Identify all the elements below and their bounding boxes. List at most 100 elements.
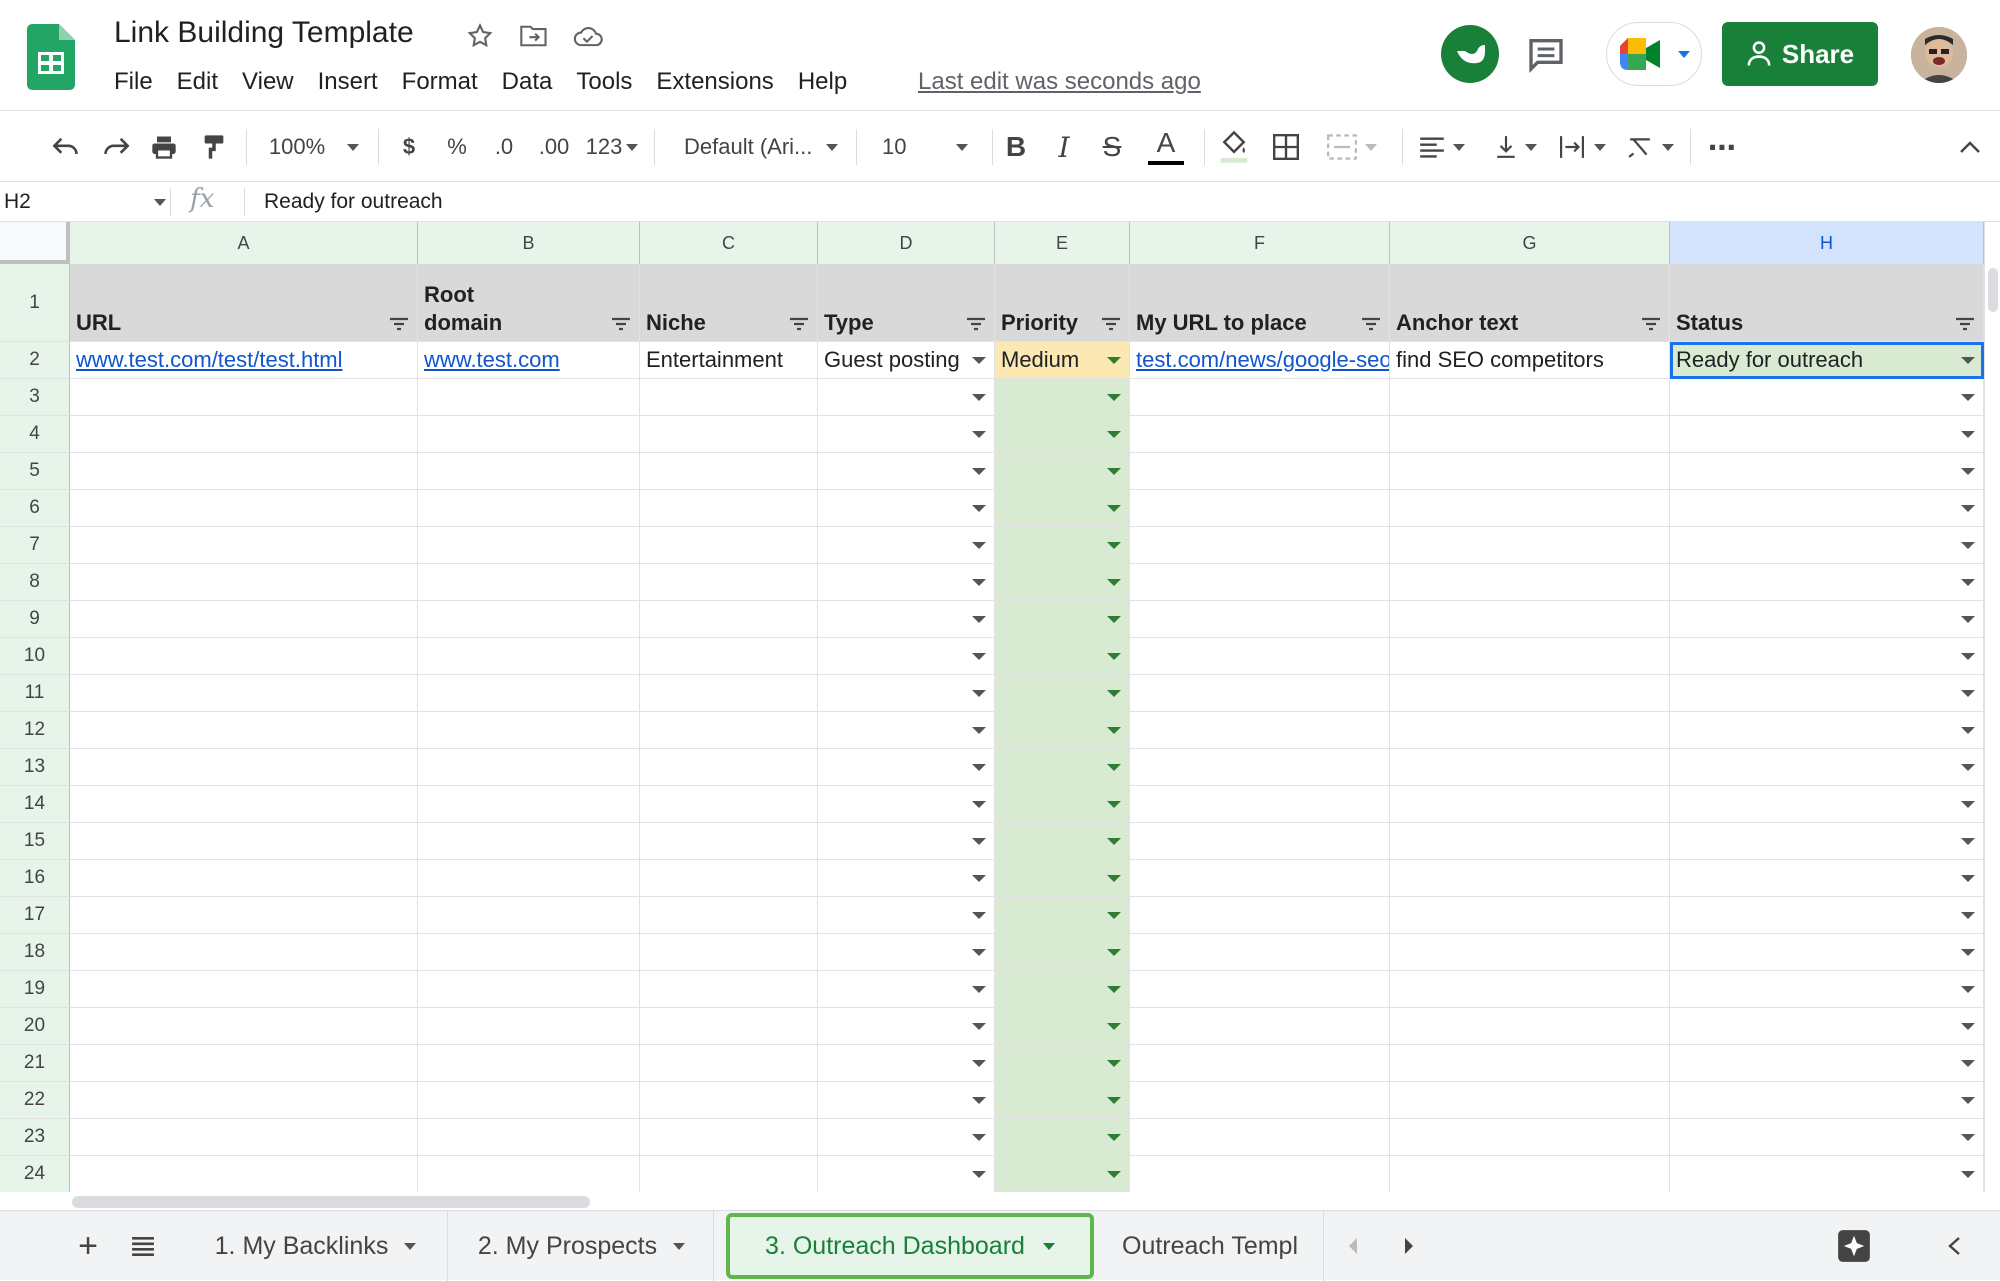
table-cell[interactable] [995,1045,1130,1082]
table-cell[interactable] [70,712,418,749]
table-cell[interactable] [995,416,1130,453]
table-cell[interactable] [818,786,995,823]
explore-icon[interactable] [1830,1211,1878,1281]
dropdown-arrow-icon[interactable] [1961,727,1975,734]
table-cell[interactable] [818,1082,995,1119]
dropdown-arrow-icon[interactable] [1107,986,1121,993]
row-header[interactable]: 23 [0,1119,70,1156]
table-cell[interactable] [1670,1008,1984,1045]
dropdown-arrow-icon[interactable] [1961,801,1975,808]
table-cell[interactable] [1670,453,1984,490]
table-cell[interactable] [1670,1156,1984,1192]
dropdown-arrow-icon[interactable] [1961,875,1975,882]
table-cell[interactable] [1390,527,1670,564]
dropdown-arrow-icon[interactable] [972,949,986,956]
table-cell[interactable] [640,786,818,823]
menu-data[interactable]: Data [490,64,565,100]
avatar[interactable] [1911,27,1967,83]
table-cell[interactable] [418,823,640,860]
font-select[interactable]: Default (Ari... [668,111,844,183]
row-header[interactable]: 24 [0,1156,70,1192]
more-options-icon[interactable]: ⋯ [1702,111,1742,183]
table-cell[interactable] [640,490,818,527]
filter-icon[interactable] [611,317,631,331]
table-cell[interactable] [640,638,818,675]
dropdown-arrow-icon[interactable] [972,875,986,882]
text-rotation-icon[interactable] [1622,111,1678,183]
table-cell[interactable] [1130,1045,1390,1082]
table-cell[interactable] [640,749,818,786]
table-cell[interactable] [818,675,995,712]
table-cell[interactable] [1130,749,1390,786]
row-header[interactable]: 15 [0,823,70,860]
table-cell[interactable] [640,601,818,638]
table-cell[interactable] [995,712,1130,749]
table-cell[interactable] [418,749,640,786]
table-cell[interactable] [1670,601,1984,638]
dropdown-arrow-icon[interactable] [972,542,986,549]
row-header[interactable]: 14 [0,786,70,823]
table-cell[interactable] [640,934,818,971]
dropdown-arrow-icon[interactable] [1107,875,1121,882]
table-cell[interactable] [1390,786,1670,823]
table-cell[interactable] [1670,823,1984,860]
menu-file[interactable]: File [102,64,165,100]
header-cell-my-url[interactable]: My URL to place [1130,264,1390,342]
table-cell[interactable] [995,823,1130,860]
cell-url[interactable]: www.test.com/test/test.html [70,342,418,379]
row-header[interactable]: 22 [0,1082,70,1119]
table-cell[interactable] [70,934,418,971]
dropdown-arrow-icon[interactable] [1107,1097,1121,1104]
row-header[interactable]: 9 [0,601,70,638]
table-cell[interactable] [1390,453,1670,490]
table-cell[interactable] [995,786,1130,823]
table-cell[interactable] [1670,712,1984,749]
row-header[interactable]: 4 [0,416,70,453]
table-cell[interactable] [1390,564,1670,601]
table-cell[interactable] [1130,527,1390,564]
filter-icon[interactable] [966,317,986,331]
table-cell[interactable] [995,1082,1130,1119]
table-cell[interactable] [70,379,418,416]
header-cell-niche[interactable]: Niche [640,264,818,342]
row-header[interactable]: 20 [0,1008,70,1045]
table-cell[interactable] [1130,897,1390,934]
table-cell[interactable] [70,601,418,638]
dropdown-arrow-icon[interactable] [1107,838,1121,845]
table-cell[interactable] [1390,1008,1670,1045]
table-cell[interactable] [818,416,995,453]
dropdown-arrow-icon[interactable] [1961,949,1975,956]
dropdown-arrow-icon[interactable] [1961,616,1975,623]
table-cell[interactable] [70,1156,418,1192]
chevron-down-icon[interactable] [404,1242,417,1250]
table-cell[interactable] [1390,749,1670,786]
table-cell[interactable] [995,453,1130,490]
table-cell[interactable] [818,453,995,490]
table-cell[interactable] [995,934,1130,971]
dropdown-arrow-icon[interactable] [1961,1134,1975,1141]
chevron-down-icon[interactable] [673,1242,686,1250]
all-sheets-icon[interactable] [116,1211,170,1281]
dropdown-arrow-icon[interactable] [972,1060,986,1067]
table-cell[interactable] [1670,934,1984,971]
table-cell[interactable] [1670,527,1984,564]
currency-format-button[interactable]: $ [392,111,426,183]
paint-format-icon[interactable] [194,111,234,183]
dropdown-arrow-icon[interactable] [972,616,986,623]
table-cell[interactable] [1390,1082,1670,1119]
table-cell[interactable] [995,675,1130,712]
dropdown-arrow-icon[interactable] [972,1097,986,1104]
dropdown-arrow-icon[interactable] [972,1171,986,1178]
cell-anchor-text[interactable]: find SEO competitors [1390,342,1670,379]
table-cell[interactable] [70,1082,418,1119]
table-cell[interactable] [640,527,818,564]
vertical-scroll-thumb[interactable] [1988,268,1998,312]
dropdown-arrow-icon[interactable] [972,1134,986,1141]
collapse-toolbar-icon[interactable] [1950,111,1990,183]
dropdown-arrow-icon[interactable] [1107,505,1121,512]
dropdown-arrow-icon[interactable] [972,912,986,919]
table-cell[interactable] [1390,379,1670,416]
table-cell[interactable] [818,860,995,897]
table-cell[interactable] [1130,1156,1390,1192]
dropdown-arrow-icon[interactable] [1107,727,1121,734]
